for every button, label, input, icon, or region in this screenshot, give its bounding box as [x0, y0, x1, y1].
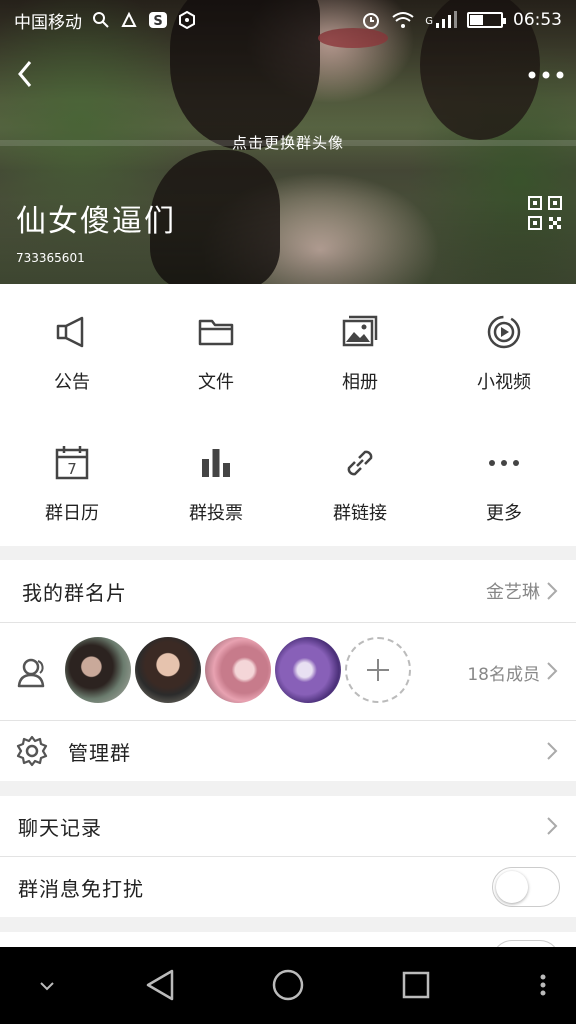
feature-label: 群链接: [333, 503, 387, 524]
recents-nav-button[interactable]: [396, 965, 436, 1005]
my-group-card-label: 我的群名片: [22, 580, 127, 605]
back-nav-button[interactable]: [140, 965, 180, 1005]
chat-history-label: 聊天记录: [18, 815, 102, 840]
group-members-row[interactable]: 18名成员: [0, 623, 576, 720]
network-type: G: [425, 16, 433, 27]
battery-icon: [467, 12, 506, 28]
home-nav-button[interactable]: [268, 965, 308, 1005]
alarm-icon: [363, 13, 380, 29]
feature-label: 文件: [198, 372, 234, 393]
group-id: 733365601: [16, 251, 85, 265]
avatar[interactable]: [135, 637, 201, 703]
hexagon-icon: [179, 11, 195, 29]
feature-label: 相册: [342, 372, 378, 393]
chevron-down-icon[interactable]: [34, 965, 60, 1005]
feature-label: 群日历: [45, 503, 99, 524]
members-icon: [17, 658, 45, 688]
bar-chart-icon: [202, 449, 230, 477]
qr-code-button[interactable]: [528, 196, 562, 230]
calendar-icon: 7: [55, 446, 89, 480]
feature-short-video[interactable]: 小视频: [432, 284, 576, 415]
folder-icon: [198, 319, 234, 346]
gear-icon: [16, 735, 48, 767]
menu-dots-icon[interactable]: [530, 965, 556, 1005]
megaphone-icon: [56, 316, 84, 348]
more-options-button[interactable]: [526, 60, 566, 90]
manage-group-label: 管理群: [68, 741, 131, 765]
mute-notifications-label: 群消息免打扰: [18, 876, 144, 901]
avatar[interactable]: [65, 637, 131, 703]
chat-history-row[interactable]: 聊天记录: [0, 796, 576, 856]
my-group-card-value: 金艺琳: [486, 582, 540, 603]
chevron-right-icon: [547, 662, 558, 680]
mute-notifications-row: 群消息免打扰: [0, 857, 576, 917]
back-button[interactable]: [8, 54, 44, 94]
photo-album-icon: [342, 315, 378, 347]
chevron-right-icon: [547, 582, 558, 600]
feature-label: 小视频: [477, 372, 531, 393]
change-avatar-hint[interactable]: 点击更换群头像: [0, 132, 576, 153]
avatar[interactable]: [205, 637, 271, 703]
next-settings-row[interactable]: [0, 932, 576, 960]
search-icon: [93, 12, 109, 28]
app-icon: [121, 11, 137, 27]
chevron-right-icon: [547, 817, 558, 835]
wifi-icon: [392, 12, 414, 28]
feature-calendar[interactable]: 7 群日历: [0, 415, 144, 546]
member-count: 18名成员: [467, 665, 540, 685]
mute-toggle[interactable]: [492, 867, 560, 907]
clock: 06:53: [513, 10, 562, 30]
chevron-right-icon: [547, 742, 558, 760]
feature-label: 更多: [486, 503, 522, 524]
feature-vote[interactable]: 群投票: [144, 415, 288, 546]
carrier-label: 中国移动: [14, 12, 82, 33]
feature-label: 群投票: [189, 503, 243, 524]
group-cover-image[interactable]: 中国移动 S G 06:53 点击更换群头像 仙女傻逼们 733365601: [0, 0, 576, 284]
feature-group-link[interactable]: 群链接: [288, 415, 432, 546]
group-name: 仙女傻逼们: [16, 204, 176, 239]
add-member-button[interactable]: [345, 637, 411, 703]
feature-album[interactable]: 相册: [288, 284, 432, 415]
group-settings-screen: 中国移动 S G 06:53 点击更换群头像 仙女傻逼们 733365601 公…: [0, 0, 576, 1024]
calendar-day: 7: [67, 460, 77, 478]
plus-icon: [367, 659, 389, 681]
link-icon: [347, 450, 373, 476]
svg-text:S: S: [153, 14, 162, 29]
feature-grid: 公告 文件 相册 小视频 7 群日历 群投票 群链接 更多: [0, 284, 576, 546]
more-icon: [489, 460, 519, 466]
feature-more[interactable]: 更多: [432, 415, 576, 546]
s-app-icon: S: [149, 12, 167, 29]
my-group-card-row[interactable]: 我的群名片 金艺琳: [0, 560, 576, 622]
status-bar: 中国移动 S G 06:53: [0, 0, 576, 40]
feature-files[interactable]: 文件: [144, 284, 288, 415]
signal-icon: [436, 11, 457, 28]
manage-group-row[interactable]: 管理群: [0, 721, 576, 781]
system-nav-bar: [0, 947, 576, 1024]
feature-label: 公告: [54, 372, 90, 393]
member-avatars: [65, 637, 411, 703]
video-icon: [487, 315, 521, 349]
avatar[interactable]: [275, 637, 341, 703]
feature-announcement[interactable]: 公告: [0, 284, 144, 415]
